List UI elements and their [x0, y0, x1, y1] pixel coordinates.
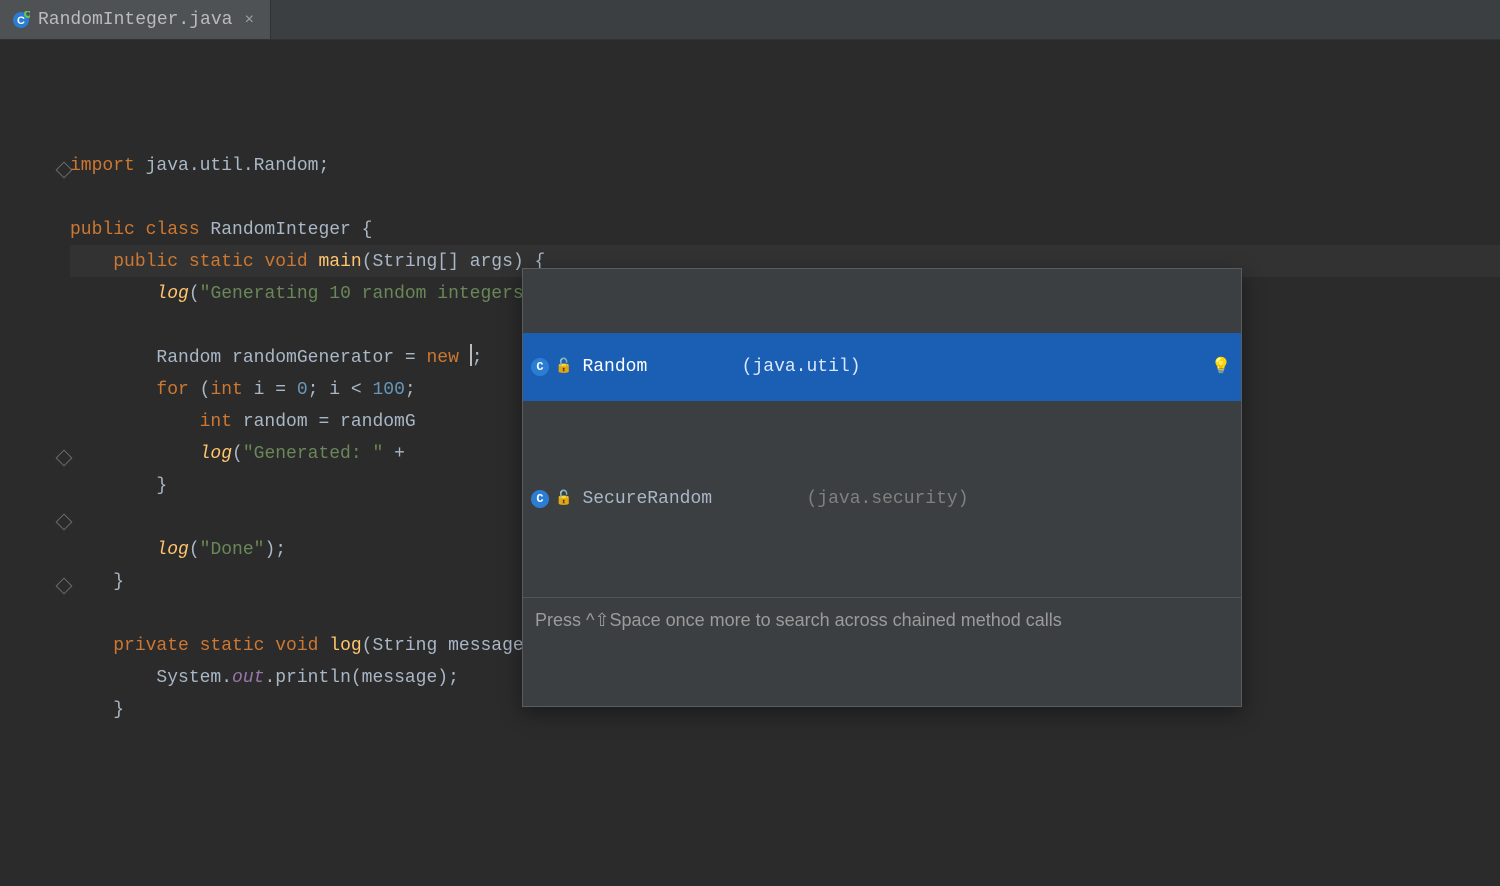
- code-token: RandomInteger: [200, 220, 351, 240]
- completion-item-package: (java.util): [742, 352, 861, 382]
- code-token: int: [200, 412, 232, 432]
- code-token: main: [318, 252, 361, 272]
- completion-item-package: (java.security): [806, 484, 968, 514]
- class-icon: C: [531, 490, 549, 508]
- tab-randominteger[interactable]: C RandomInteger.java ×: [0, 0, 271, 39]
- code-token: ;: [405, 380, 416, 400]
- code-token: (: [189, 540, 200, 560]
- code-token: private static void: [113, 636, 318, 656]
- completion-item-name: SecureRandom: [582, 484, 712, 514]
- code-token: +: [383, 444, 415, 464]
- tab-bar: C RandomInteger.java ×: [0, 0, 1500, 40]
- completion-hint: Press ^⇧Space once more to search across…: [523, 597, 1241, 642]
- completion-item-securerandom[interactable]: C 🔓 SecureRandom (java.security): [523, 465, 1241, 533]
- class-icon: C: [531, 358, 549, 376]
- code-token: random = randomG: [232, 412, 416, 432]
- code-token: public static void: [113, 252, 307, 272]
- editor[interactable]: import java.util.Random; public class Ra…: [0, 40, 1500, 600]
- code-token: ;: [472, 348, 483, 368]
- code-token: public: [70, 220, 135, 240]
- code-token: i =: [243, 380, 297, 400]
- code-token: }: [113, 572, 124, 592]
- code-token: .println(message);: [264, 668, 458, 688]
- code-token: }: [156, 476, 167, 496]
- code-token: );: [264, 540, 286, 560]
- code-token: 100: [372, 380, 404, 400]
- code-token: out: [232, 668, 264, 688]
- code-token: "Generated: ": [243, 444, 383, 464]
- code-token: log: [156, 284, 188, 304]
- code-token: (: [232, 444, 243, 464]
- public-icon: 🔓: [555, 484, 572, 514]
- tab-filename: RandomInteger.java: [38, 10, 232, 30]
- code-token: "Done": [200, 540, 265, 560]
- code-token: (String[] args) {: [362, 252, 546, 272]
- code-token: (: [189, 284, 200, 304]
- code-token: new: [426, 348, 458, 368]
- code-token: java.util.Random;: [135, 156, 329, 176]
- code-token: import: [70, 156, 135, 176]
- completion-item-random[interactable]: C 🔓 Random (java.util) 💡: [523, 333, 1241, 401]
- lightbulb-icon[interactable]: 💡: [1211, 352, 1231, 382]
- code-token: Random randomGenerator =: [156, 348, 426, 368]
- code-token: 0: [297, 380, 308, 400]
- code-token: log: [200, 444, 232, 464]
- code-token: }: [113, 700, 124, 720]
- code-token: int: [210, 380, 242, 400]
- code-token: ; i <: [308, 380, 373, 400]
- gutter: [0, 40, 70, 600]
- completion-item-name: Random: [582, 352, 647, 382]
- code-area[interactable]: import java.util.Random; public class Ra…: [70, 40, 1500, 600]
- svg-text:C: C: [17, 15, 25, 27]
- class-file-icon: C: [12, 11, 30, 29]
- code-token: System.: [156, 668, 232, 688]
- code-token: log: [156, 540, 188, 560]
- code-token: log: [329, 636, 361, 656]
- code-completion-popup: C 🔓 Random (java.util) 💡 C 🔓 SecureRando…: [522, 268, 1242, 707]
- code-token: (: [189, 380, 211, 400]
- code-token: class: [135, 220, 200, 240]
- close-icon[interactable]: ×: [240, 11, 258, 29]
- code-token: {: [351, 220, 373, 240]
- code-token: for: [156, 380, 188, 400]
- public-icon: 🔓: [555, 352, 572, 382]
